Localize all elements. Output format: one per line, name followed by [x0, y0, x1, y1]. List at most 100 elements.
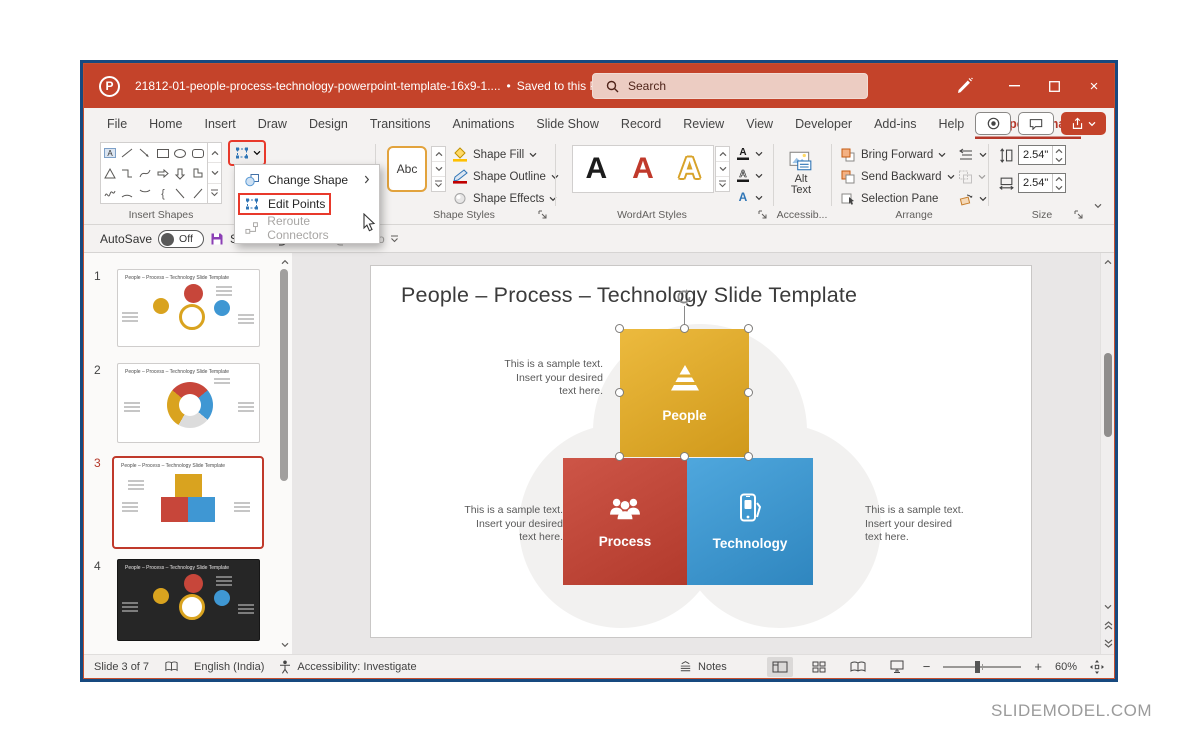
shape-height-input[interactable]: [1019, 146, 1052, 164]
search-box[interactable]: Search: [592, 73, 868, 99]
scroll-up-icon[interactable]: [1101, 255, 1115, 269]
shape-fill-button[interactable]: Shape Fill: [452, 144, 537, 165]
powerpoint-logo-icon[interactable]: P: [99, 76, 120, 97]
shape-curve[interactable]: [136, 163, 154, 183]
rotate-handle-icon[interactable]: [675, 288, 693, 306]
styles-more-icon[interactable]: [432, 177, 445, 191]
tab-record[interactable]: Record: [610, 108, 672, 139]
slide-title[interactable]: People – Process – Technology Slide Temp…: [401, 283, 857, 308]
tab-animations[interactable]: Animations: [442, 108, 526, 139]
text-fill-button[interactable]: A: [736, 143, 763, 164]
slide-thumbnail-3-selected[interactable]: People – Process – Technology Slide Temp…: [112, 456, 264, 549]
tab-view[interactable]: View: [735, 108, 784, 139]
menu-item-edit-points[interactable]: Edit Points: [235, 192, 379, 216]
shape-arrow-down[interactable]: [172, 163, 190, 183]
record-button[interactable]: [975, 112, 1011, 135]
thumbnail-scroll-thumb[interactable]: [280, 269, 288, 481]
tab-home[interactable]: Home: [138, 108, 193, 139]
normal-view-button[interactable]: [767, 657, 793, 677]
notes-button[interactable]: Notes: [678, 660, 727, 673]
width-spin-up-icon[interactable]: [1053, 174, 1065, 183]
slide-editing-area[interactable]: People – Process – Technology Slide Temp…: [370, 265, 1032, 638]
shape-elbow-connector[interactable]: [119, 163, 137, 183]
zoom-slider-thumb[interactable]: [975, 661, 980, 673]
selection-handle[interactable]: [680, 324, 689, 333]
shape-triangle[interactable]: [101, 163, 119, 183]
shape-style-preview[interactable]: Abc: [387, 146, 427, 192]
tab-developer[interactable]: Developer: [784, 108, 863, 139]
height-spin-up-icon[interactable]: [1053, 146, 1065, 155]
reading-view-button[interactable]: [845, 657, 871, 677]
wordart-style-gold[interactable]: A: [679, 154, 701, 184]
fit-slide-icon[interactable]: [1090, 660, 1104, 674]
gallery-scroll-down-icon[interactable]: [208, 163, 221, 183]
rotate-button[interactable]: [958, 188, 987, 209]
zoom-in-icon[interactable]: +: [1034, 659, 1042, 674]
wordart-style-red[interactable]: A: [632, 154, 654, 184]
accessibility-status[interactable]: Accessibility: Investigate: [279, 660, 416, 674]
selection-handle[interactable]: [744, 452, 753, 461]
scroll-down-icon[interactable]: [1101, 600, 1115, 614]
selection-handle[interactable]: [615, 324, 624, 333]
slide-indicator[interactable]: Slide 3 of 7: [94, 661, 149, 673]
gallery-scroll-up-icon[interactable]: [208, 143, 221, 163]
sample-text-right[interactable]: This is a sample text.Insert your desire…: [865, 504, 1005, 545]
sample-text-left-top[interactable]: This is a sample text.Insert your desire…: [467, 358, 603, 399]
send-backward-button[interactable]: Send Backward: [840, 166, 955, 187]
thumbnail-scrollbar[interactable]: [278, 255, 290, 652]
share-button[interactable]: [1061, 112, 1106, 135]
thumb-scroll-up-icon[interactable]: [278, 255, 292, 269]
maximize-button[interactable]: [1034, 64, 1074, 108]
shape-arrow[interactable]: [136, 143, 154, 163]
scroll-thumb[interactable]: [1104, 353, 1112, 437]
technology-shape[interactable]: Technology: [687, 458, 813, 585]
process-shape[interactable]: Process: [563, 458, 687, 585]
wordart-dialog-launcher-icon[interactable]: [756, 208, 768, 220]
shape-line[interactable]: [119, 143, 137, 163]
shape-scribble[interactable]: [101, 183, 119, 203]
shape-line-diag2[interactable]: [189, 183, 207, 203]
shape-oval[interactable]: [172, 143, 190, 163]
selection-handle[interactable]: [615, 388, 624, 397]
shape-brace[interactable]: {: [154, 183, 172, 203]
comments-button[interactable]: [1018, 112, 1054, 135]
spellcheck-icon[interactable]: [164, 660, 179, 673]
wordart-style-black[interactable]: A: [585, 154, 607, 184]
shape-width-input[interactable]: [1019, 174, 1052, 192]
autosave-toggle[interactable]: Off: [158, 230, 204, 248]
bring-forward-button[interactable]: Bring Forward: [840, 144, 946, 165]
shape-corner[interactable]: [189, 163, 207, 183]
minimize-button[interactable]: [994, 64, 1034, 108]
tab-insert[interactable]: Insert: [194, 108, 247, 139]
sample-text-left-bottom[interactable]: This is a sample text.Insert your desire…: [427, 504, 563, 545]
group-objects-button[interactable]: [958, 166, 986, 187]
tab-review[interactable]: Review: [672, 108, 735, 139]
previous-slide-icon[interactable]: [1101, 618, 1115, 632]
tab-slide-show[interactable]: Slide Show: [525, 108, 610, 139]
styles-scroll-up-icon[interactable]: [432, 147, 445, 162]
selection-handle[interactable]: [615, 452, 624, 461]
selection-pane-button[interactable]: Selection Pane: [840, 188, 938, 209]
tab-file[interactable]: File: [96, 108, 138, 139]
pen-icon[interactable]: [942, 64, 986, 108]
slide-sorter-button[interactable]: [806, 657, 832, 677]
people-shape[interactable]: People: [620, 329, 749, 457]
shape-rectangle[interactable]: [154, 143, 172, 163]
slide-thumbnail-2[interactable]: People – Process – Technology Slide Temp…: [117, 363, 260, 443]
tab-add-ins[interactable]: Add-ins: [863, 108, 927, 139]
zoom-level[interactable]: 60%: [1055, 661, 1077, 673]
shape-arc[interactable]: [119, 183, 137, 203]
language-indicator[interactable]: English (India): [194, 661, 264, 673]
shape-arc-down[interactable]: [136, 183, 154, 203]
gallery-more-icon[interactable]: [208, 184, 221, 203]
autosave-control[interactable]: AutoSave Off: [100, 225, 204, 253]
close-button[interactable]: ×: [1074, 64, 1114, 108]
selection-handle[interactable]: [680, 452, 689, 461]
zoom-out-icon[interactable]: −: [923, 659, 931, 674]
tab-design[interactable]: Design: [298, 108, 359, 139]
shape-styles-dialog-launcher-icon[interactable]: [536, 208, 548, 220]
vertical-scrollbar[interactable]: [1100, 253, 1114, 654]
zoom-slider[interactable]: [943, 666, 1021, 668]
shape-outline-button[interactable]: Shape Outline: [452, 166, 559, 187]
width-spin-down-icon[interactable]: [1053, 183, 1065, 192]
